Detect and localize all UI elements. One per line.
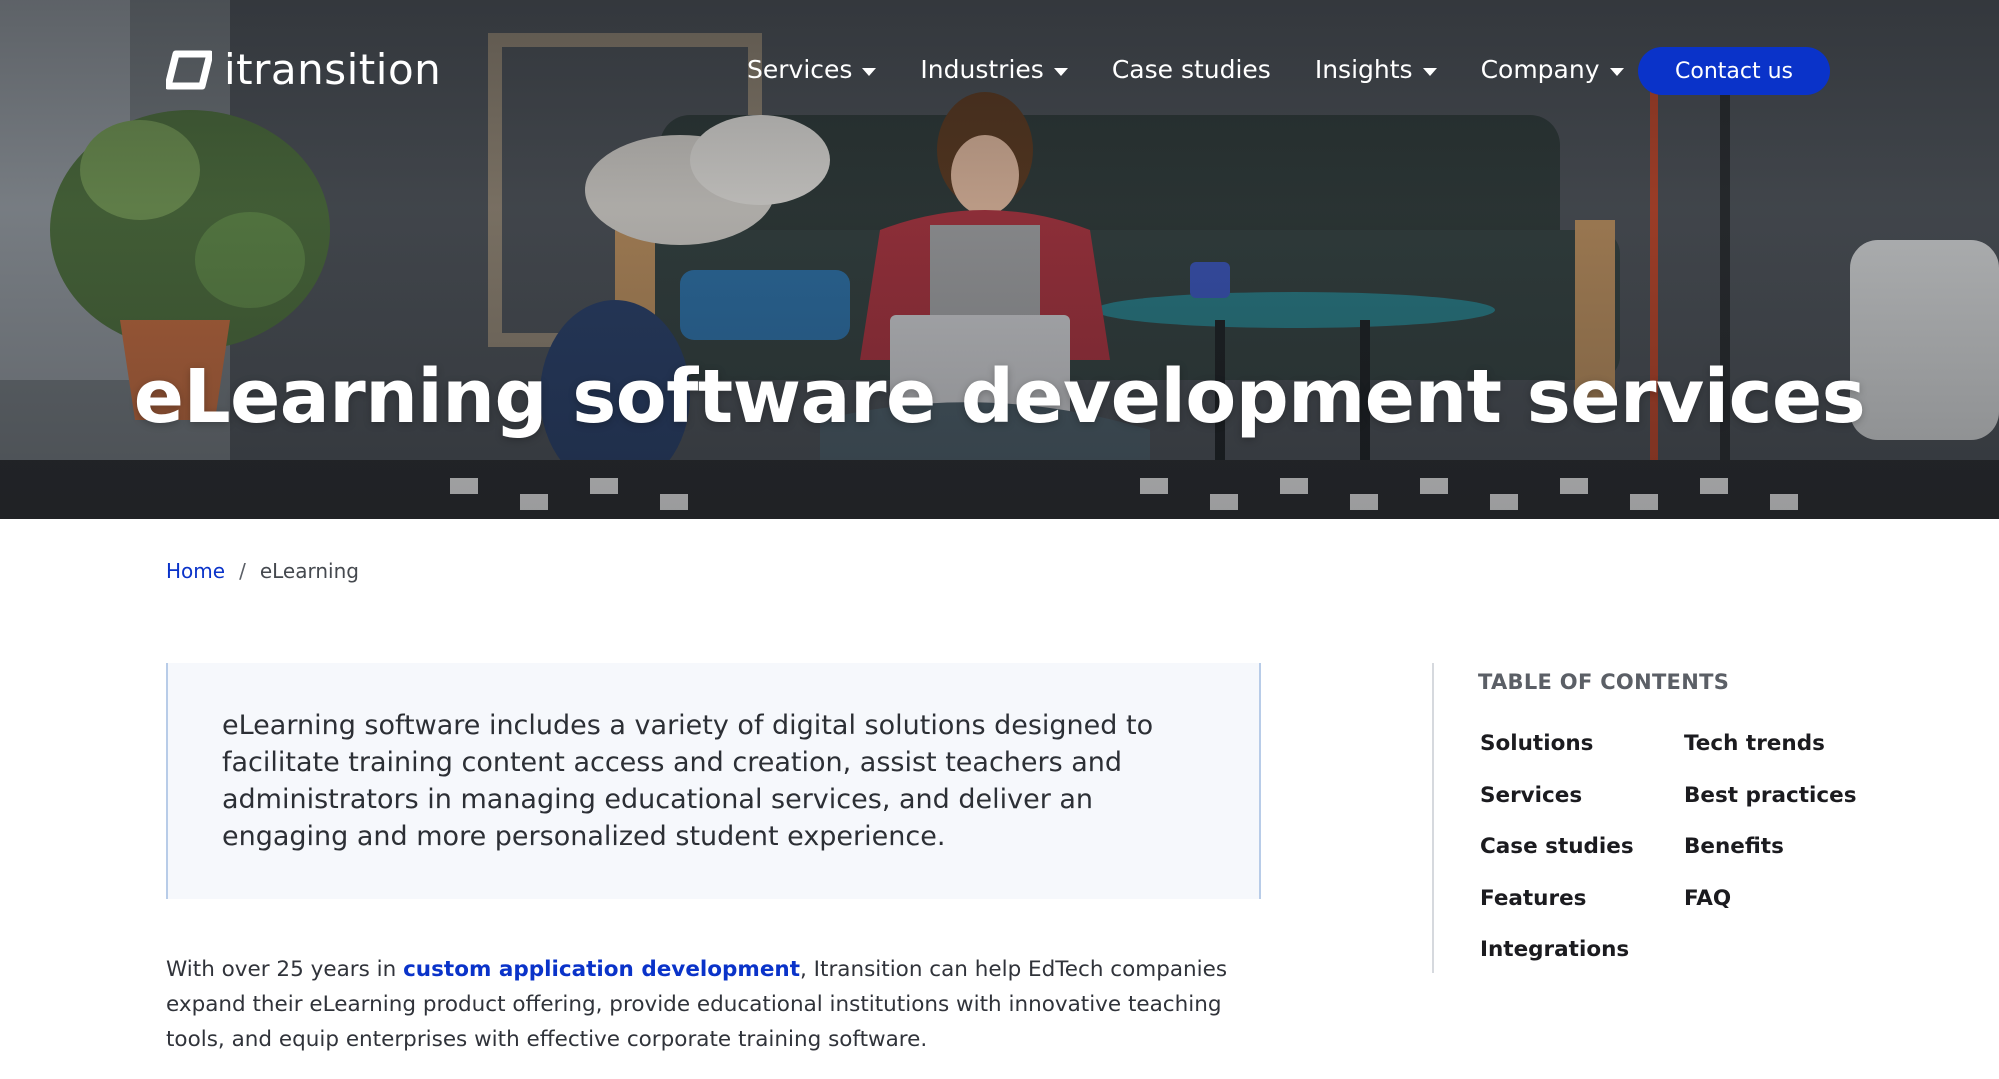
- nav-company[interactable]: Company: [1481, 48, 1624, 92]
- toc-item-tech-trends[interactable]: Tech trends: [1684, 729, 1884, 781]
- table-of-contents: TABLE OF CONTENTS Solutions Tech trends …: [1432, 663, 1872, 973]
- itransition-logo-icon: [166, 50, 212, 90]
- toc-item-integrations[interactable]: Integrations: [1480, 935, 1684, 987]
- custom-app-dev-link[interactable]: custom application development: [403, 957, 800, 982]
- nav-services-label: Services: [747, 55, 853, 84]
- nav-industries[interactable]: Industries: [920, 48, 1068, 92]
- nav-case-studies[interactable]: Case studies: [1112, 48, 1271, 92]
- breadcrumb-home-link[interactable]: Home: [166, 556, 225, 586]
- toc-item-case-studies[interactable]: Case studies: [1480, 832, 1684, 884]
- site-header: itransition Services Industries Case stu…: [0, 0, 1999, 140]
- toc-item-features[interactable]: Features: [1480, 884, 1684, 936]
- intro-text: eLearning software includes a variety of…: [222, 710, 1154, 852]
- logo-wordmark: itransition: [224, 45, 442, 94]
- toc-item-services[interactable]: Services: [1480, 781, 1684, 833]
- intro-callout: eLearning software includes a variety of…: [166, 663, 1261, 899]
- nav-insights[interactable]: Insights: [1315, 48, 1437, 92]
- nav-services[interactable]: Services: [747, 48, 877, 92]
- nav-industries-label: Industries: [920, 55, 1044, 84]
- breadcrumb: Home / eLearning: [166, 556, 359, 586]
- caret-down-icon: [1609, 67, 1624, 76]
- toc-item-faq[interactable]: FAQ: [1684, 884, 1884, 936]
- toc-item-benefits[interactable]: Benefits: [1684, 832, 1884, 884]
- caret-down-icon: [1422, 67, 1437, 76]
- page-title: eLearning software development services: [133, 354, 1866, 440]
- body-text-start: With over 25 years in: [166, 957, 404, 982]
- toc-title: TABLE OF CONTENTS: [1478, 670, 1730, 694]
- hero-banner: itransition Services Industries Case stu…: [0, 0, 1999, 519]
- main-navigation: Services Industries Case studies Insight…: [747, 48, 1668, 92]
- toc-links: Solutions Tech trends Services Best prac…: [1480, 729, 1884, 987]
- breadcrumb-current: eLearning: [259, 559, 359, 583]
- itransition-logo[interactable]: itransition: [166, 46, 441, 94]
- nav-insights-label: Insights: [1314, 55, 1413, 84]
- caret-down-icon: [862, 67, 877, 76]
- breadcrumb-separator: /: [239, 559, 246, 583]
- caret-down-icon: [1053, 67, 1068, 76]
- contact-us-button[interactable]: Contact us: [1638, 47, 1830, 95]
- nav-case-studies-label: Case studies: [1111, 55, 1271, 84]
- nav-company-label: Company: [1480, 55, 1600, 84]
- body-paragraph: With over 25 years in custom application…: [166, 952, 1266, 1057]
- toc-item-best-practices[interactable]: Best practices: [1684, 781, 1884, 833]
- toc-item-solutions[interactable]: Solutions: [1480, 729, 1684, 781]
